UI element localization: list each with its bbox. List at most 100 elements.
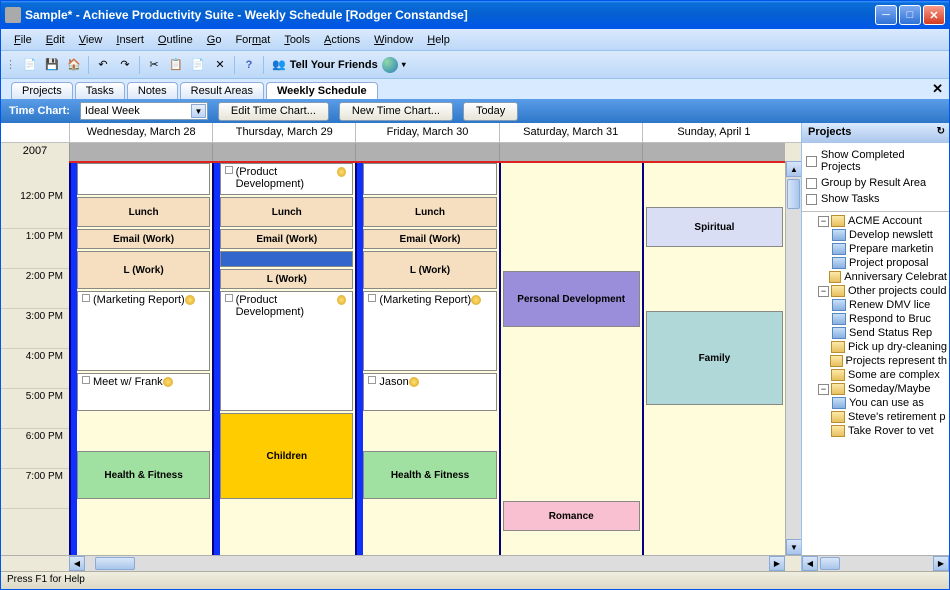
save-button[interactable]: 💾 <box>42 55 62 75</box>
opt-tasks[interactable]: Show Tasks <box>806 191 945 207</box>
menu-help[interactable]: Help <box>420 32 457 48</box>
tree-node[interactable]: Develop newslett <box>802 228 949 242</box>
close-button[interactable]: ✕ <box>923 5 945 25</box>
day-column-thu[interactable]: (Product Development) Lunch Email (Work)… <box>212 163 355 555</box>
help-button[interactable]: ? <box>239 55 259 75</box>
tree-node[interactable]: Project proposal <box>802 256 949 270</box>
maximize-button[interactable]: □ <box>899 5 921 25</box>
opt-completed[interactable]: Show Completed Projects <box>806 147 945 175</box>
menu-view[interactable]: View <box>72 32 110 48</box>
event-lwork[interactable]: L (Work) <box>363 251 496 289</box>
today-button[interactable]: Today <box>463 102 518 121</box>
event-jason[interactable]: Jason <box>363 373 496 411</box>
event-block[interactable] <box>77 163 210 195</box>
event-meet[interactable]: Meet w/ Frank <box>77 373 210 411</box>
paste-button[interactable]: 📄 <box>188 55 208 75</box>
refresh-icon[interactable]: ↻ <box>937 126 945 137</box>
time-label: 6:00 PM <box>1 429 69 469</box>
event-marketing[interactable]: (Marketing Report) <box>363 291 496 371</box>
horizontal-scrollbar[interactable]: ◀ ▶ <box>1 555 801 571</box>
day-column-fri[interactable]: Lunch Email (Work) L (Work) (Marketing R… <box>355 163 498 555</box>
edit-timechart-button[interactable]: Edit Time Chart... <box>218 102 329 121</box>
event-block[interactable] <box>220 251 353 267</box>
event-proddev2[interactable]: (Product Development) <box>220 291 353 411</box>
projects-header: Projects ↻ <box>802 123 949 143</box>
event-email[interactable]: Email (Work) <box>220 229 353 249</box>
tab-result-areas[interactable]: Result Areas <box>180 82 264 99</box>
tab-weekly-schedule[interactable]: Weekly Schedule <box>266 82 378 99</box>
time-label: 3:00 PM <box>1 309 69 349</box>
delete-button[interactable]: ✕ <box>210 55 230 75</box>
tree-node[interactable]: −Other projects could <box>802 284 949 298</box>
tree-node[interactable]: You can use as <box>802 396 949 410</box>
event-lwork[interactable]: L (Work) <box>220 269 353 289</box>
minimize-button[interactable]: ─ <box>875 5 897 25</box>
redo-button[interactable]: ↷ <box>115 55 135 75</box>
menu-tools[interactable]: Tools <box>277 32 317 48</box>
tree-node[interactable]: −Someday/Maybe <box>802 382 949 396</box>
titlebar: Sample* - Achieve Productivity Suite - W… <box>1 1 949 29</box>
tree-node[interactable]: Projects represent th <box>802 354 949 368</box>
day-header[interactable]: Wednesday, March 28 <box>69 123 212 142</box>
day-header[interactable]: Saturday, March 31 <box>499 123 642 142</box>
event-health[interactable]: Health & Fitness <box>363 451 496 499</box>
event-proddev[interactable]: (Product Development) <box>220 163 353 195</box>
menu-file[interactable]: File <box>7 32 39 48</box>
menu-actions[interactable]: Actions <box>317 32 367 48</box>
cut-button[interactable]: ✂ <box>144 55 164 75</box>
menu-window[interactable]: Window <box>367 32 420 48</box>
undo-button[interactable]: ↶ <box>93 55 113 75</box>
copy-button[interactable]: 📋 <box>166 55 186 75</box>
projects-hscroll[interactable]: ◀ ▶ <box>802 555 949 571</box>
menu-go[interactable]: Go <box>200 32 229 48</box>
event-lunch[interactable]: Lunch <box>77 197 210 227</box>
new-button[interactable]: 📄 <box>20 55 40 75</box>
day-column-sat[interactable]: Personal Development Romance <box>499 163 642 555</box>
tell-friends-button[interactable]: 👥 Tell Your Friends ▾ <box>268 57 410 73</box>
event-spiritual[interactable]: Spiritual <box>646 207 783 247</box>
tree-node[interactable]: Some are complex <box>802 368 949 382</box>
tree-node[interactable]: Prepare marketin <box>802 242 949 256</box>
event-health[interactable]: Health & Fitness <box>77 451 210 499</box>
menu-outline[interactable]: Outline <box>151 32 200 48</box>
event-personal[interactable]: Personal Development <box>503 271 640 327</box>
event-lunch[interactable]: Lunch <box>363 197 496 227</box>
event-marketing[interactable]: (Marketing Report) <box>77 291 210 371</box>
day-header[interactable]: Thursday, March 29 <box>212 123 355 142</box>
tree-node[interactable]: Anniversary Celebrat <box>802 270 949 284</box>
tree-node[interactable]: Take Rover to vet <box>802 424 949 438</box>
tree-node[interactable]: Steve's retirement p <box>802 410 949 424</box>
event-email[interactable]: Email (Work) <box>77 229 210 249</box>
event-lunch[interactable]: Lunch <box>220 197 353 227</box>
tab-close-button[interactable]: ✕ <box>932 81 943 97</box>
projects-tree: −ACME Account Develop newslett Prepare m… <box>802 212 949 555</box>
event-romance[interactable]: Romance <box>503 501 640 531</box>
day-header[interactable]: Sunday, April 1 <box>642 123 785 142</box>
tree-node[interactable]: Send Status Rep <box>802 326 949 340</box>
event-email[interactable]: Email (Work) <box>363 229 496 249</box>
tree-node[interactable]: Renew DMV lice <box>802 298 949 312</box>
app-window: Sample* - Achieve Productivity Suite - W… <box>0 0 950 590</box>
event-family[interactable]: Family <box>646 311 783 405</box>
day-header[interactable]: Friday, March 30 <box>355 123 498 142</box>
event-lwork[interactable]: L (Work) <box>77 251 210 289</box>
tab-projects[interactable]: Projects <box>11 82 73 99</box>
event-children[interactable]: Children <box>220 413 353 499</box>
menu-insert[interactable]: Insert <box>109 32 151 48</box>
tab-notes[interactable]: Notes <box>127 82 178 99</box>
people-icon: 👥 <box>272 58 286 71</box>
timechart-select[interactable]: Ideal Week ▼ <box>80 102 208 120</box>
tree-node[interactable]: Pick up dry-cleaning <box>802 340 949 354</box>
menu-edit[interactable]: Edit <box>39 32 72 48</box>
new-timechart-button[interactable]: New Time Chart... <box>339 102 453 121</box>
day-column-wed[interactable]: Lunch Email (Work) L (Work) (Marketing R… <box>69 163 212 555</box>
home-button[interactable]: 🏠 <box>64 55 84 75</box>
tab-tasks[interactable]: Tasks <box>75 82 125 99</box>
opt-group[interactable]: Group by Result Area <box>806 175 945 191</box>
tree-node[interactable]: Respond to Bruc <box>802 312 949 326</box>
vertical-scrollbar[interactable]: ▲ ▼ <box>785 161 801 555</box>
tree-node[interactable]: −ACME Account <box>802 214 949 228</box>
event-block[interactable] <box>363 163 496 195</box>
menu-format[interactable]: Format <box>228 32 277 48</box>
day-column-sun[interactable]: Spiritual Family <box>642 163 785 555</box>
